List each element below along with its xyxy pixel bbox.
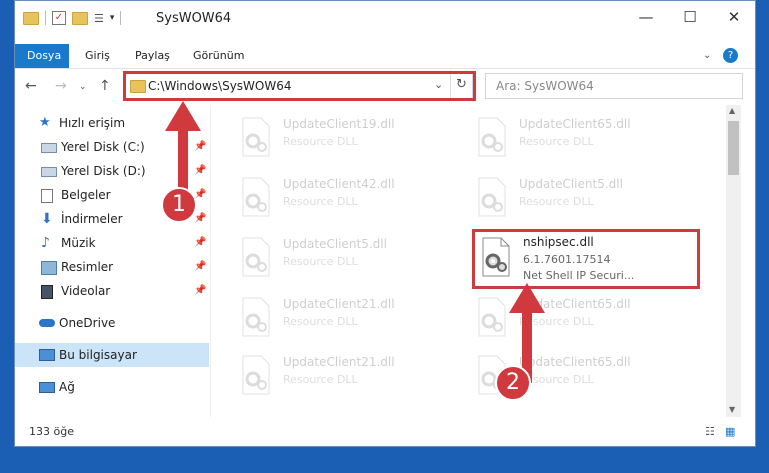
explorer-window: ✓ ☰ ▾ SysWOW64 — ☐ ✕ Dosya Giriş Paylaş … — [14, 0, 756, 447]
search-placeholder: Ara: SysWOW64 — [496, 79, 594, 93]
file-name: UpdateClient21.dll — [283, 355, 395, 369]
dll-file-icon — [242, 237, 270, 277]
quick-access-toolbar: ✓ ☰ ▾ — [23, 11, 122, 25]
back-icon[interactable]: ← — [25, 78, 37, 94]
sidebar-item-music[interactable]: ♪ Müzik 📌 — [15, 231, 209, 255]
file-type: Resource DLL — [283, 255, 358, 268]
computer-icon — [39, 349, 55, 361]
title-bar: ✓ ☰ ▾ SysWOW64 — ☐ ✕ — [15, 1, 755, 39]
expand-ribbon-icon[interactable]: ⌄ — [703, 44, 711, 68]
sidebar-item-network[interactable]: Ağ — [15, 375, 209, 399]
dll-file-icon — [478, 117, 506, 157]
file-type: Resource DLL — [283, 373, 358, 386]
sidebar-item-onedrive[interactable]: OneDrive — [15, 311, 209, 335]
scroll-up-icon[interactable]: ▲ — [729, 106, 735, 115]
sidebar-item-videos[interactable]: Videolar 📌 — [15, 279, 209, 303]
sidebar-item-label: Müzik — [61, 236, 96, 250]
ribbon-tabs: Dosya Giriş Paylaş Görünüm ⌄ ? — [15, 44, 755, 69]
toolbar-separator — [120, 11, 122, 25]
customize-toolbar-icon[interactable]: ▾ — [110, 13, 115, 23]
recent-locations-icon[interactable]: ⌄ — [79, 82, 87, 92]
file-name: UpdateClient65.dll — [519, 117, 631, 131]
sidebar-item-label: Bu bilgisayar — [59, 348, 137, 362]
sidebar-item-label: İndirmeler — [61, 212, 123, 226]
rename-icon[interactable]: ☰ — [94, 12, 104, 25]
file-highlight-box — [472, 229, 700, 289]
sidebar-item-this-pc[interactable]: Bu bilgisayar — [15, 343, 209, 367]
file-name: UpdateClient19.dll — [283, 117, 395, 131]
tab-gorunum[interactable]: Görünüm — [193, 44, 244, 68]
properties-icon[interactable]: ✓ — [52, 11, 66, 25]
tab-paylas[interactable]: Paylaş — [135, 44, 170, 68]
sidebar-item-label: Videolar — [61, 284, 111, 298]
file-type: Resource DLL — [519, 195, 594, 208]
sidebar-item-label: Yerel Disk (D:) — [61, 164, 146, 178]
pin-icon: 📌 — [194, 237, 207, 248]
download-icon: ⬇ — [41, 211, 53, 227]
close-button[interactable]: ✕ — [712, 1, 755, 33]
minimize-button[interactable]: — — [624, 1, 668, 33]
toolbar-separator — [45, 11, 46, 25]
file-name: UpdateClient42.dll — [283, 177, 395, 191]
pin-icon: 📌 — [194, 261, 207, 272]
vertical-scrollbar[interactable]: ▲ ▼ — [726, 105, 741, 417]
list-item[interactable]: UpdateClient42.dll Resource DLL — [239, 171, 459, 221]
scrollbar-thumb[interactable] — [728, 121, 739, 175]
sidebar-item-label: Yerel Disk (C:) — [61, 140, 145, 154]
star-icon: ★ — [39, 115, 51, 130]
list-item[interactable]: UpdateClient21.dll Resource DLL — [239, 349, 459, 399]
sidebar-item-label: Belgeler — [61, 188, 111, 202]
list-item[interactable]: UpdateClient5.dll Resource DLL — [239, 231, 459, 281]
videos-icon — [41, 285, 53, 299]
dll-file-icon — [242, 117, 270, 157]
search-input[interactable]: Ara: SysWOW64 — [485, 73, 743, 99]
tab-giris[interactable]: Giriş — [85, 44, 110, 68]
list-item[interactable]: UpdateClient65.dll Resource DLL — [475, 111, 695, 161]
cloud-icon — [39, 319, 55, 327]
file-type: Resource DLL — [283, 195, 358, 208]
pin-icon: 📌 — [194, 285, 207, 296]
dll-file-icon — [242, 297, 270, 337]
sidebar-item-label: OneDrive — [59, 316, 116, 330]
step-2-badge: 2 — [495, 365, 531, 401]
help-icon[interactable]: ? — [723, 48, 738, 63]
tab-dosya[interactable]: Dosya — [15, 44, 69, 68]
file-type: Resource DLL — [519, 135, 594, 148]
sidebar-item-pictures[interactable]: Resimler 📌 — [15, 255, 209, 279]
sidebar-item-label: Hızlı erişim — [59, 116, 126, 130]
item-count: 133 öğe — [29, 425, 74, 438]
scroll-down-icon[interactable]: ▼ — [729, 405, 735, 414]
dll-file-icon — [478, 297, 506, 337]
pictures-icon — [41, 261, 57, 275]
drive-icon — [41, 167, 57, 177]
tiles-view-icon[interactable]: ▦ — [725, 425, 735, 438]
folder-icon — [23, 11, 39, 25]
file-name: UpdateClient21.dll — [283, 297, 395, 311]
new-folder-icon[interactable] — [72, 11, 88, 25]
sidebar-item-label: Resimler — [61, 260, 114, 274]
network-icon — [39, 382, 55, 393]
file-name: UpdateClient5.dll — [283, 237, 387, 251]
documents-icon — [41, 189, 53, 203]
list-item[interactable]: UpdateClient19.dll Resource DLL — [239, 111, 459, 161]
address-highlight-box — [123, 71, 476, 101]
dll-file-icon — [242, 355, 270, 395]
maximize-button[interactable]: ☐ — [668, 1, 712, 33]
file-type: Resource DLL — [283, 135, 358, 148]
dll-file-icon — [242, 177, 270, 217]
forward-icon[interactable]: → — [55, 78, 67, 94]
sidebar-item-label: Ağ — [59, 380, 75, 394]
step-1-badge: 1 — [161, 187, 197, 223]
status-bar: 133 öğe ☷ ▦ — [15, 418, 755, 446]
up-icon[interactable]: ↑ — [99, 78, 111, 94]
details-view-icon[interactable]: ☷ — [705, 425, 715, 438]
file-name: UpdateClient5.dll — [519, 177, 623, 191]
list-item[interactable]: UpdateClient21.dll Resource DLL — [239, 291, 459, 341]
file-type: Resource DLL — [283, 315, 358, 328]
dll-file-icon — [478, 177, 506, 217]
window-title: SysWOW64 — [156, 11, 232, 26]
drive-icon — [41, 143, 57, 153]
music-icon: ♪ — [41, 235, 50, 251]
list-item[interactable]: UpdateClient5.dll Resource DLL — [475, 171, 695, 221]
